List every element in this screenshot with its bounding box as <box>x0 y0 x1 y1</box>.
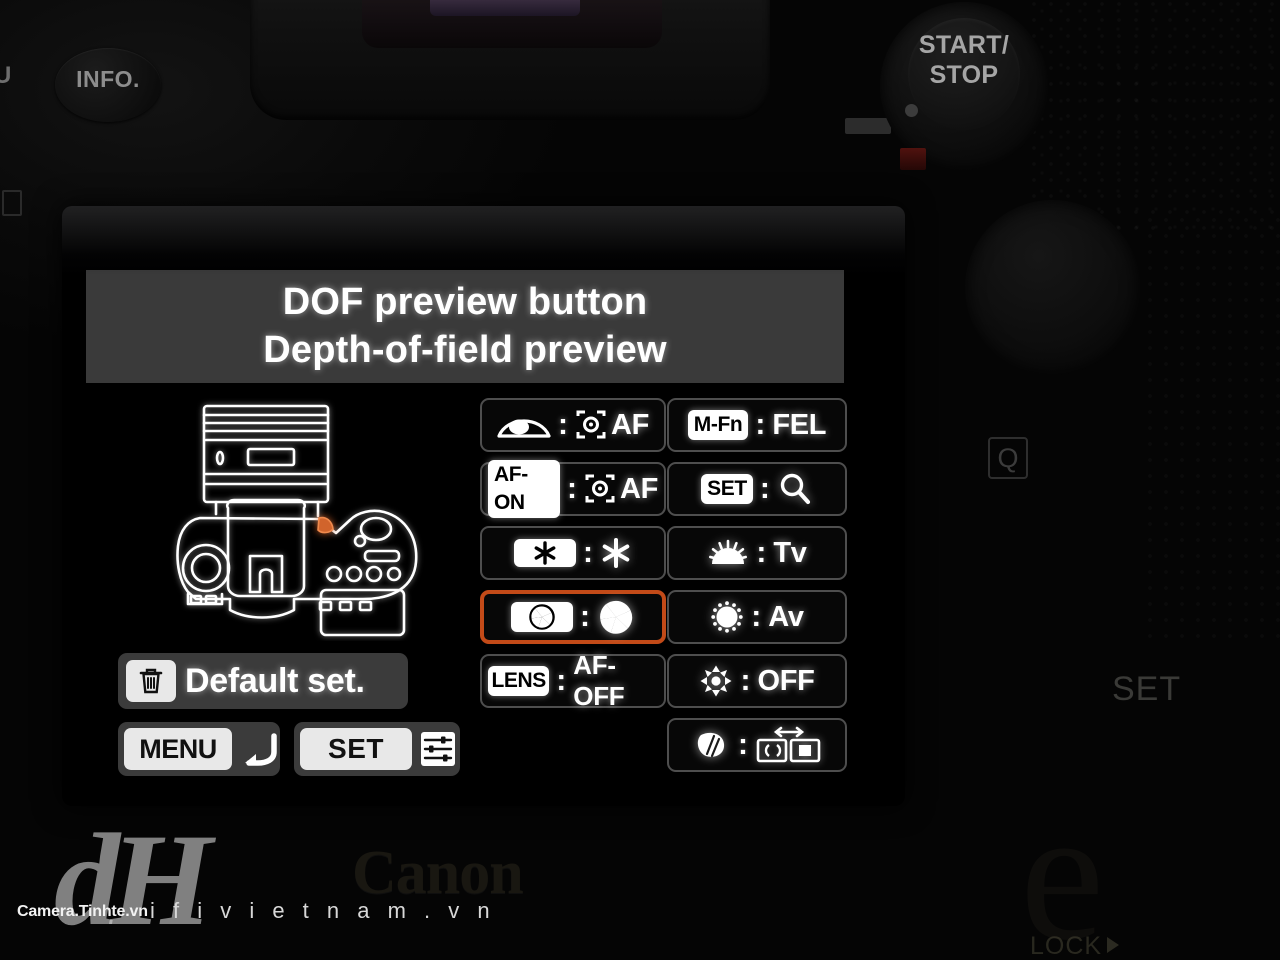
menu-button[interactable]: MENU <box>118 722 280 776</box>
set-tag: SET <box>701 474 753 504</box>
button-assignment-column-left: : AF AF-ON : AF:: LENS: AF-OFF <box>480 398 666 711</box>
watermark-decoration: e <box>1020 770 1105 960</box>
watermark-site-primary: Camera.Tinhte.vn <box>17 903 148 920</box>
trash-icon <box>126 660 176 702</box>
option-row-set-button[interactable]: SET : <box>667 462 847 516</box>
asterisk-tag <box>514 539 576 567</box>
dof-button-highlight <box>317 516 334 534</box>
start-stop-line1: START/ <box>918 31 1010 59</box>
set-key-label: SET <box>300 728 412 770</box>
dial-index-dot <box>905 104 918 117</box>
af-area-switch-icon <box>755 726 821 764</box>
red-accent-mark <box>900 148 926 170</box>
camera-top-view-diagram <box>158 396 458 641</box>
lcd-screen: DOF preview button Depth-of-field previe… <box>62 206 905 806</box>
lens-button-icon <box>693 730 731 760</box>
button-assignment-column-right: M-Fn : FEL SET :: Tv: Av: OFF: <box>667 398 847 772</box>
row-function-label: Av <box>768 600 804 633</box>
option-row-dof-preview-button[interactable]: : <box>480 590 666 644</box>
playback-square-icon <box>2 190 22 216</box>
quick-control-dial-icon <box>710 600 744 634</box>
return-arrow-icon <box>238 730 280 768</box>
viewfinder-glass <box>430 0 580 16</box>
quick-menu-button-label[interactable]: Q <box>988 437 1028 479</box>
metering-af-start-icon <box>584 474 616 504</box>
row-separator: : <box>740 664 751 697</box>
info-button-label: INFO. <box>76 66 140 92</box>
option-row-lens-button[interactable]: : <box>667 718 847 772</box>
multi-controller-icon <box>699 664 733 698</box>
af-on-tag: AF-ON <box>488 460 560 518</box>
row-separator: : <box>751 600 762 633</box>
lens-tag: LENS <box>488 666 550 696</box>
screen-title-line1: DOF preview button <box>282 280 648 323</box>
metering-af-start-icon <box>575 410 607 440</box>
option-row-shutter-button[interactable]: : AF <box>480 398 666 452</box>
screen-title-line2: Depth-of-field preview <box>263 328 667 371</box>
screen-title-band: DOF preview button Depth-of-field previe… <box>86 270 844 383</box>
lock-arrow-icon <box>1107 937 1120 953</box>
row-separator: : <box>556 664 567 697</box>
option-row-m-fn-button[interactable]: M-Fn : FEL <box>667 398 847 452</box>
row-function-label: AF <box>619 472 658 505</box>
option-row-lens-af-stop-button[interactable]: LENS : AF-OFF <box>480 650 666 711</box>
magnifier-icon <box>777 471 813 507</box>
main-dial-icon <box>707 539 749 567</box>
set-button[interactable]: SET <box>294 722 460 776</box>
option-row-main-dial[interactable]: : Tv <box>667 526 847 580</box>
body-set-label: SET <box>1112 670 1182 708</box>
row-function-label: OFF <box>757 664 815 697</box>
settings-sliders-icon <box>418 729 458 769</box>
row-function-label: FEL <box>772 408 827 441</box>
menu-key-label: MENU <box>124 728 232 770</box>
row-separator: : <box>557 408 568 441</box>
partial-mode-label: U <box>0 62 12 89</box>
default-set-button[interactable]: Default set. <box>118 653 408 709</box>
option-row-quick-control-dial[interactable]: : Av <box>667 590 847 644</box>
row-separator: : <box>566 472 577 505</box>
row-separator: : <box>755 408 766 441</box>
rubber-grip-texture-side <box>1145 215 1280 645</box>
row-separator: : <box>759 472 770 505</box>
m-fn-tag: M-Fn <box>687 410 749 440</box>
row-separator: : <box>583 536 593 569</box>
option-row-ae-lock-button[interactable]: : <box>480 526 666 580</box>
aperture-icon <box>597 598 635 636</box>
row-function-label: AF-OFF <box>573 650 625 711</box>
watermark-site-secondary: i f i v i e t n a m . v n <box>150 898 496 923</box>
screenshot-root: U INFO. START/ STOP Q SET LOCK Canon DOF… <box>0 0 1280 960</box>
start-stop-label: START/ STOP <box>908 30 1020 90</box>
option-row-multi-controller[interactable]: : OFF <box>667 654 847 708</box>
row-separator: : <box>756 536 767 569</box>
default-set-label: Default set. <box>185 661 365 700</box>
row-separator: : <box>738 728 748 761</box>
row-function-label: AF <box>610 408 650 441</box>
hotshoe-contact <box>845 118 891 134</box>
asterisk-icon <box>600 537 632 569</box>
aperture-tag <box>511 602 573 632</box>
row-separator: : <box>580 600 590 633</box>
rear-control-dial[interactable] <box>965 200 1140 375</box>
start-stop-line2: STOP <box>929 61 999 89</box>
rubber-grip-texture <box>1030 0 1280 230</box>
shutter-half-press-icon <box>497 410 551 440</box>
row-function-label: Tv <box>773 536 807 569</box>
option-row-af-on-button[interactable]: AF-ON : AF <box>480 460 666 518</box>
